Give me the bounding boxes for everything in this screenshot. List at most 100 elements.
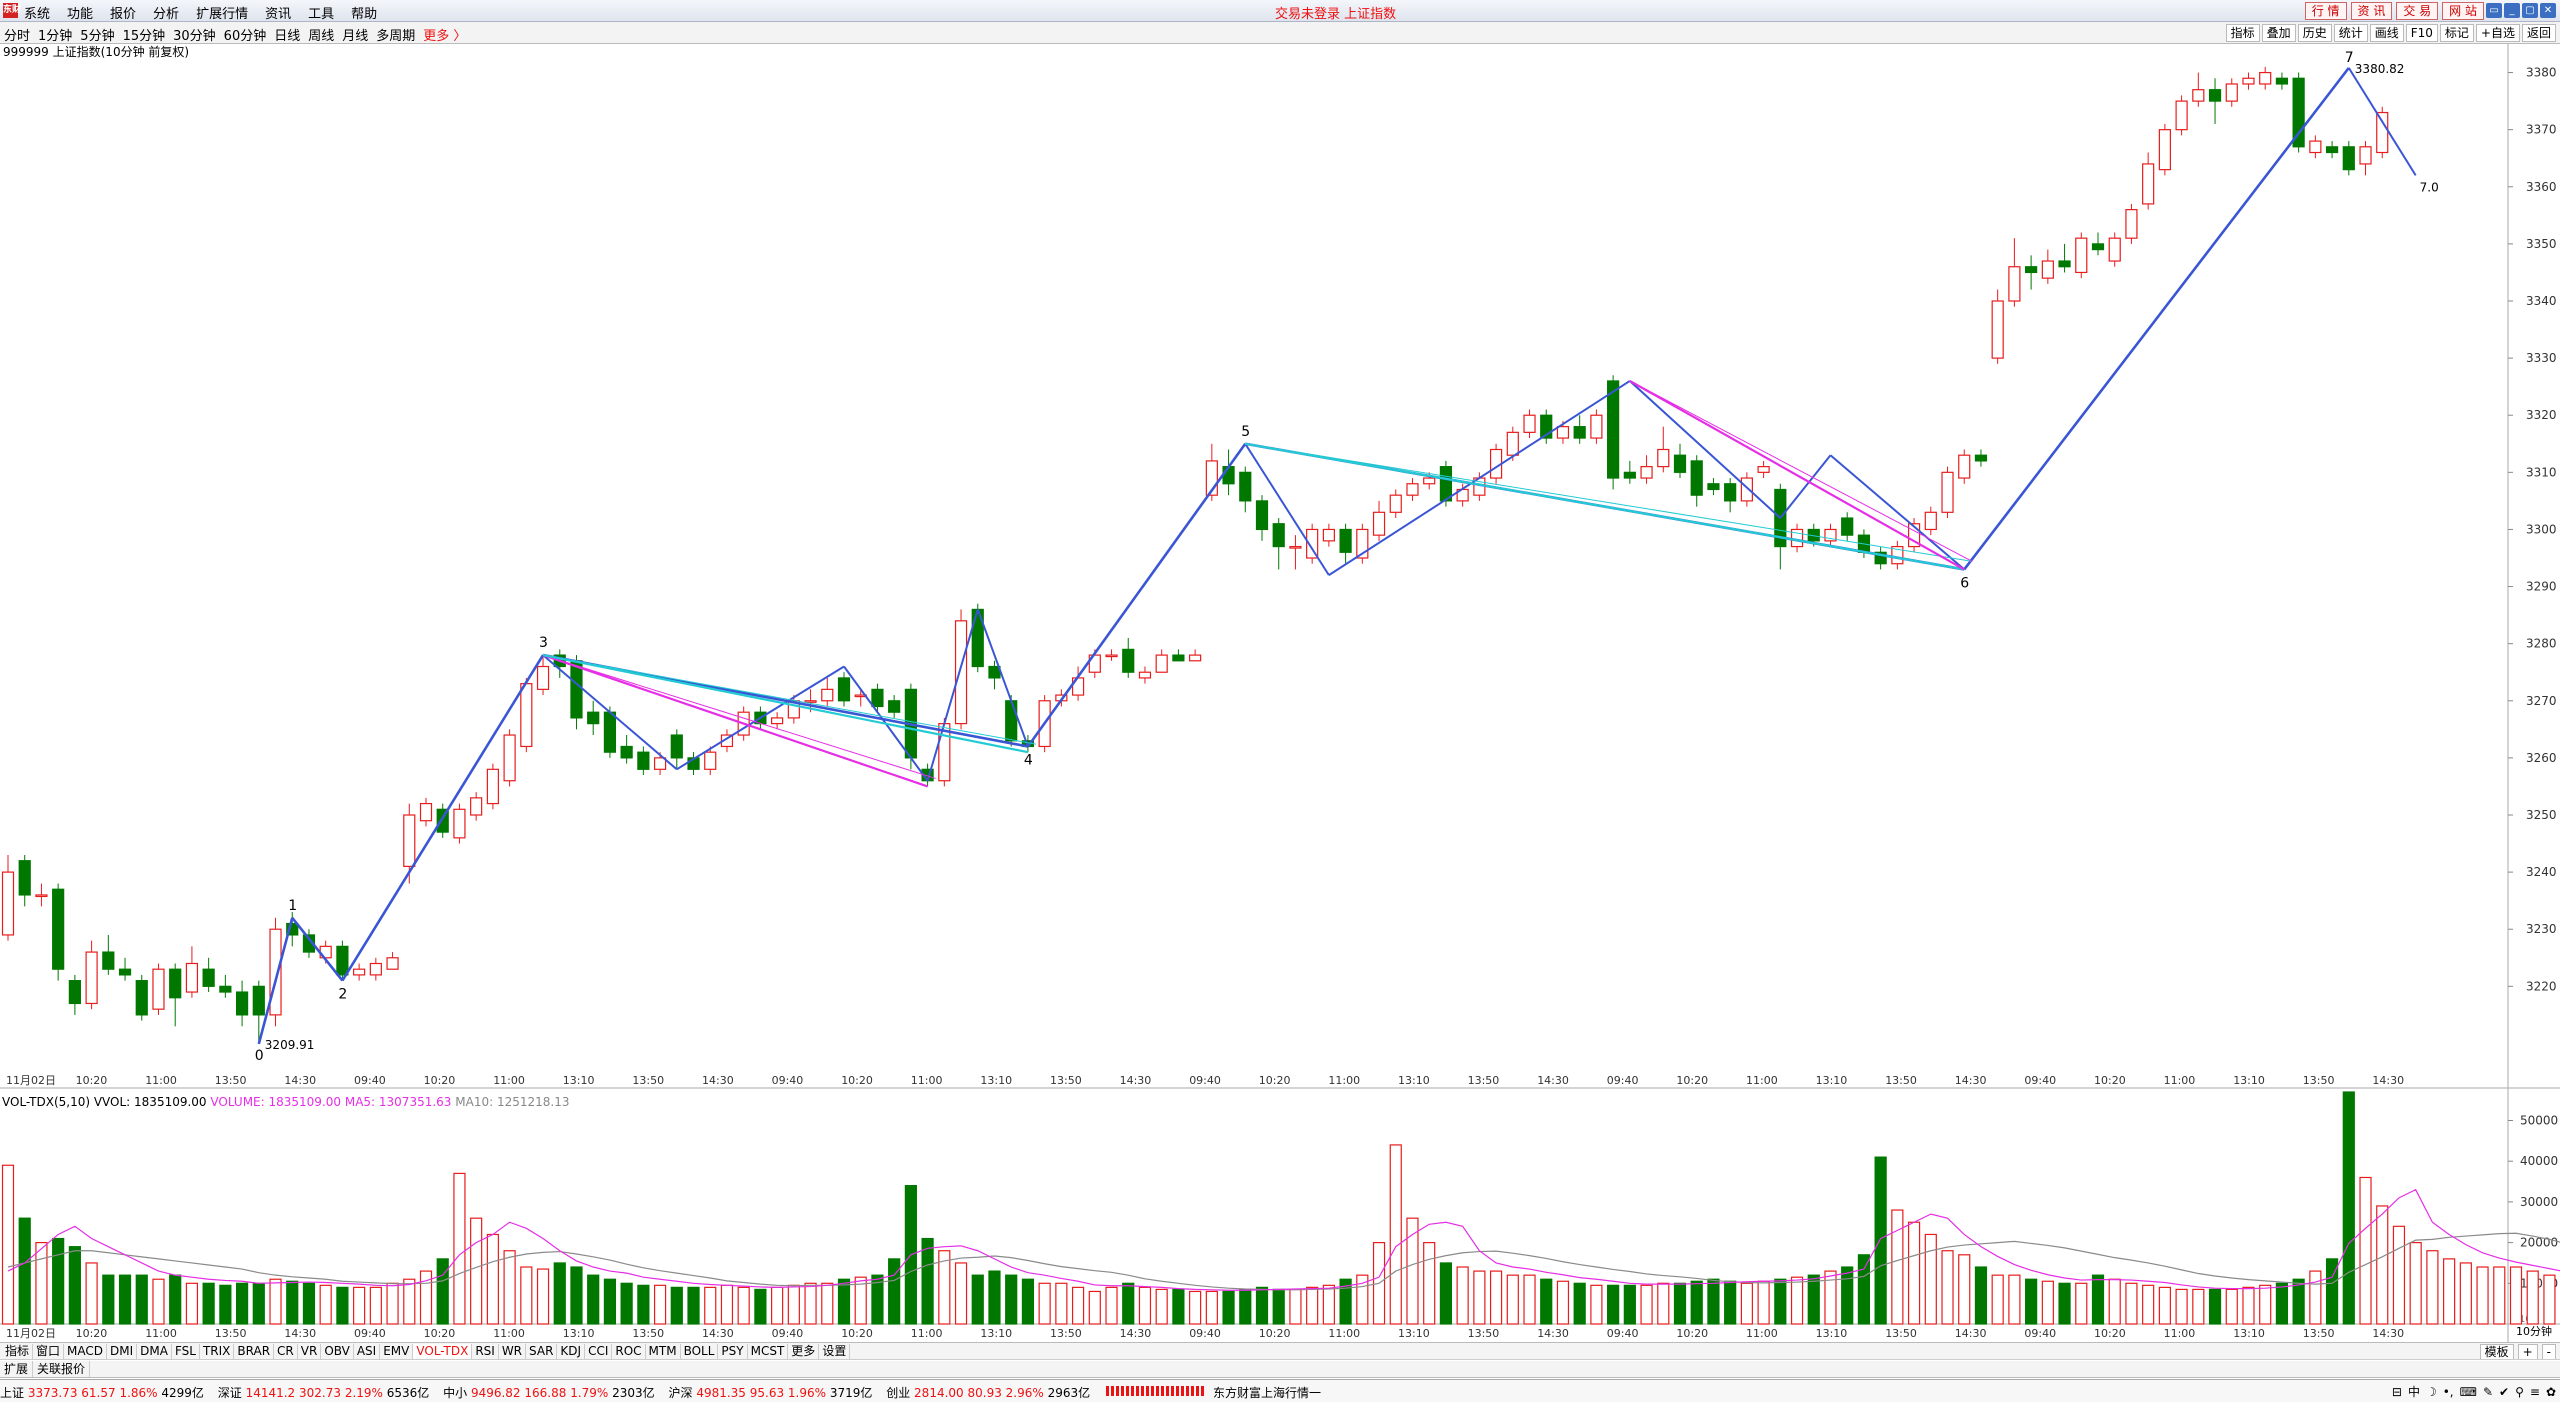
sub-wave-segment [976,609,1029,747]
header-button-2[interactable]: 交 易 [2396,2,2439,20]
volume-bar-down [1272,1288,1285,1325]
chart-tool-button-3[interactable]: 统计 [2333,24,2368,42]
indicator-tab-8[interactable]: CR [274,1344,298,1359]
index-quote[interactable]: 沪深 4981.35 95.63 1.96% 3719亿 [668,1386,876,1400]
menu-item-0[interactable]: 系统 [24,7,50,21]
indicator-tool-button-1[interactable]: + [2517,1344,2538,1359]
window-button-icon-1[interactable]: _ [2504,3,2520,18]
status-tool-icon-4[interactable]: ⌨ [2460,1385,2477,1399]
indicator-tab-13[interactable]: VOL-TDX [413,1344,473,1359]
menu-item-3[interactable]: 分析 [153,7,179,21]
menu-item-4[interactable]: 扩展行情 [196,7,248,21]
period-tab-6[interactable]: 日线 [274,29,300,43]
chart-tool-button-6[interactable]: 标记 [2439,24,2474,42]
indicator-tab-14[interactable]: RSI [472,1344,499,1359]
status-tool-icon-0[interactable]: ⊟ [2392,1385,2402,1399]
indicator-tab-22[interactable]: PSY [718,1344,748,1359]
status-tool-icon-2[interactable]: ☽ [2426,1385,2437,1399]
period-tab-3[interactable]: 15分钟 [123,29,166,43]
indicator-tab-4[interactable]: DMA [137,1344,172,1359]
indicator-tab-0[interactable]: 指标 [2,1344,34,1359]
menu-item-1[interactable]: 功能 [67,7,93,21]
index-quote[interactable]: 创业 2814.00 80.93 2.96% 2963亿 [886,1386,1090,1400]
status-tool-icon-8[interactable]: ≡ [2530,1385,2540,1399]
indicator-tab-19[interactable]: ROC [612,1344,646,1359]
period-tab-5[interactable]: 60分钟 [224,29,267,43]
wave-label: 0 [255,1048,264,1064]
indicator-tool-button-0[interactable]: 模板 [2479,1344,2514,1359]
window-button-icon-0[interactable]: ▭ [2486,3,2502,18]
sub-wave-segment [2347,67,2417,176]
menu-item-5[interactable]: 资讯 [265,7,291,21]
indicator-tab-7[interactable]: BRAR [234,1344,275,1359]
extension-tab-0[interactable]: 扩展 [0,1361,34,1377]
status-tool-icon-9[interactable]: ✿ [2546,1385,2556,1399]
chart-tool-button-1[interactable]: 叠加 [2261,24,2296,42]
period-tab-9[interactable]: 多周期 [376,29,415,43]
period-more-button[interactable]: 更多 〉 [423,29,466,43]
header-button-3[interactable]: 网 站 [2442,2,2484,20]
index-quote[interactable]: 上证 3373.73 61.57 1.86% 4299亿 [0,1386,208,1400]
index-quote[interactable]: 深证 14141.2 302.73 2.19% 6536亿 [218,1386,433,1400]
indicator-tab-15[interactable]: WR [499,1344,527,1359]
chart-tool-button-8[interactable]: 返回 [2521,24,2556,42]
menu-item-7[interactable]: 帮助 [351,7,377,21]
indicator-tab-25[interactable]: 设置 [819,1344,851,1359]
volume-bar-down [1222,1290,1235,1325]
indicator-tab-2[interactable]: MACD [64,1344,108,1359]
status-tool-icon-6[interactable]: ✔ [2499,1385,2509,1399]
chart-tool-button-2[interactable]: 历史 [2297,24,2332,42]
wave-segment [1963,67,2350,571]
indicator-tab-23[interactable]: MCST [748,1344,789,1359]
indicator-tab-9[interactable]: VR [298,1344,322,1359]
period-tab-1[interactable]: 1分钟 [38,29,72,43]
news-ticker[interactable]: 东方财富上海行情一 [1213,1384,1321,1401]
indicator-tab-6[interactable]: TRIX [200,1344,235,1359]
menu-item-2[interactable]: 报价 [110,7,136,21]
indicator-tab-3[interactable]: DMI [107,1344,138,1359]
extension-tab-1[interactable]: 关联报价 [33,1361,91,1377]
header-button-1[interactable]: 资 讯 [2350,2,2393,20]
indicator-tool-button-2[interactable]: - [2541,1344,2556,1359]
indicator-tab-17[interactable]: KDJ [557,1344,586,1359]
indicator-tab-5[interactable]: FSL [172,1344,200,1359]
chart-tool-button-4[interactable]: 画线 [2369,24,2404,42]
price-tick-label: 3250 [2526,808,2557,822]
indicator-tab-11[interactable]: ASI [354,1344,381,1359]
chart-area[interactable]: 999999 上证指数(10分钟 前复权)10分钟X10032203230324… [0,44,2560,1344]
wave-label: 7 [2345,50,2354,66]
chart-tool-button-7[interactable]: +自选 [2475,24,2520,42]
volume-bar-up [1456,1266,1469,1325]
period-tab-7[interactable]: 周线 [308,29,334,43]
indicator-tab-10[interactable]: OBV [321,1344,354,1359]
indicator-tab-24[interactable]: 更多 [788,1344,820,1359]
header-button-0[interactable]: 行 情 [2304,2,2347,20]
period-tab-0[interactable]: 分时 [4,29,30,43]
indicator-tab-16[interactable]: SAR [526,1344,558,1359]
sub-wave-segment [926,609,979,782]
indicator-tab-1[interactable]: 窗口 [33,1344,65,1359]
status-tool-icon-1[interactable]: 中 [2408,1383,2420,1400]
window-button-icon-2[interactable]: ▢ [2522,3,2538,18]
status-tool-icon-5[interactable]: ✎ [2483,1385,2493,1399]
index-quote[interactable]: 中小 9496.82 166.88 1.79% 2303亿 [443,1386,658,1400]
candle-up [2376,111,2389,154]
indicator-tab-18[interactable]: CCI [585,1344,613,1359]
period-tab-8[interactable]: 月线 [342,29,368,43]
menu-item-6[interactable]: 工具 [308,7,334,21]
time-tick-label: 09:40 [772,1074,804,1087]
indicator-tab-20[interactable]: MTM [646,1344,681,1359]
status-tool-icon-7[interactable]: ⚲ [2515,1385,2524,1399]
volume-bar-up [1289,1288,1302,1325]
sub-wave-segment [676,665,845,771]
indicator-tab-21[interactable]: BOLL [681,1344,719,1359]
period-tab-4[interactable]: 30分钟 [173,29,216,43]
indicator-tabs: 指标 窗口 MACD DMI DMA FSL TRIX BRAR CR VR OBV ASI EMV VO… [2,1344,851,1359]
chart-tool-button-0[interactable]: 指标 [2225,24,2260,42]
chart-tool-button-5[interactable]: F10 [2405,24,2438,42]
window-button-icon-3[interactable]: ✕ [2540,3,2556,18]
period-tab-2[interactable]: 5分钟 [80,29,114,43]
volume-bar-up [1924,1233,1937,1325]
indicator-tab-12[interactable]: EMV [380,1344,414,1359]
status-tool-icon-3[interactable]: •, [2443,1385,2454,1399]
